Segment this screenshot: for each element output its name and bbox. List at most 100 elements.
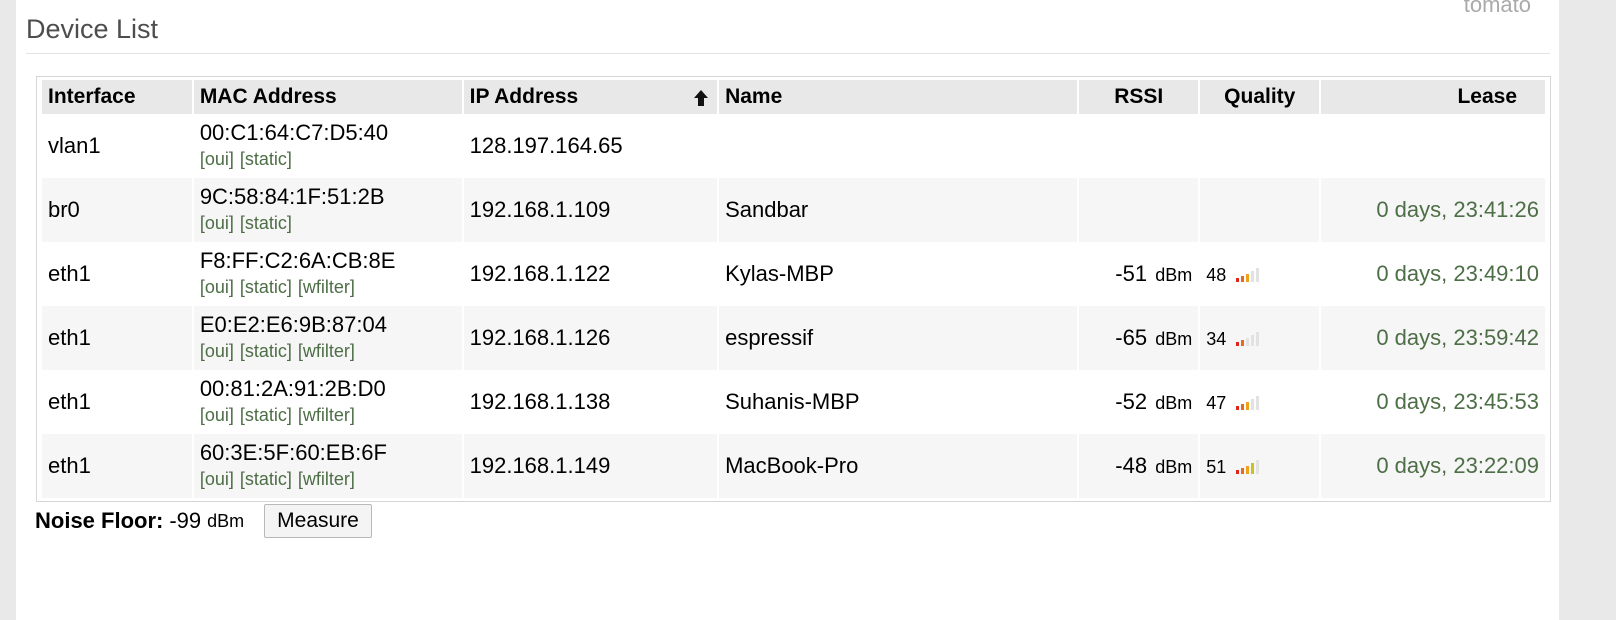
cell-mac-address: 9C:58:84:1F:51:2B [oui] [static]	[193, 178, 462, 242]
cell-name: Kylas-MBP	[719, 242, 1078, 306]
cell-quality: 47	[1200, 370, 1320, 434]
column-header-name[interactable]: Name	[719, 80, 1078, 114]
cell-ip-address: 192.168.1.126	[463, 306, 718, 370]
signal-bar	[1241, 340, 1245, 346]
mac-action-link[interactable]: [wfilter]	[298, 405, 355, 425]
mac-action-link[interactable]: [static]	[240, 341, 292, 361]
mac-action-link[interactable]: [static]	[240, 405, 292, 425]
noise-floor-value: -99	[169, 508, 202, 533]
measure-button[interactable]: Measure	[264, 504, 372, 538]
column-header-quality[interactable]: Quality	[1200, 80, 1320, 114]
rssi-unit: dBm	[1155, 265, 1193, 285]
sort-ascending-icon	[694, 90, 709, 106]
cell-ip-address: 192.168.1.122	[463, 242, 718, 306]
cell-name: espressif	[719, 306, 1078, 370]
mac-action-link[interactable]: [wfilter]	[298, 341, 355, 361]
mac-address-text: 00:C1:64:C7:D5:40	[199, 120, 389, 145]
mac-action-link[interactable]: [static]	[240, 469, 292, 489]
signal-bar	[1236, 470, 1240, 474]
column-header-ip-address-label: IP Address	[469, 85, 579, 108]
cell-rssi: -48 dBm	[1079, 434, 1199, 498]
mac-action-link[interactable]: [wfilter]	[298, 277, 355, 297]
noise-floor-label: Noise Floor:	[35, 508, 164, 533]
quality-value: 34	[1206, 329, 1227, 349]
mac-action-link[interactable]: [static]	[240, 277, 292, 297]
cell-name: MacBook-Pro	[719, 434, 1078, 498]
rssi-value: -52	[1115, 389, 1148, 414]
mac-address-text: F8:FF:C2:6A:CB:8E	[199, 248, 396, 273]
signal-strength-icon	[1236, 332, 1260, 346]
signal-bar	[1246, 274, 1250, 282]
mac-action-link[interactable]: [oui]	[200, 149, 234, 169]
mac-action-link[interactable]: [oui]	[200, 213, 234, 233]
mac-address-text: 9C:58:84:1F:51:2B	[199, 184, 385, 209]
cell-ip-address: 192.168.1.149	[463, 434, 718, 498]
column-header-mac-address[interactable]: MAC Address	[193, 80, 462, 114]
mac-action-link[interactable]: [wfilter]	[298, 469, 355, 489]
signal-bar	[1251, 399, 1255, 410]
rssi-unit: dBm	[1155, 393, 1193, 413]
quality-value: 48	[1206, 265, 1227, 285]
signal-bar	[1246, 338, 1250, 346]
mac-link-group: [oui] [static]	[200, 210, 456, 236]
mac-address-text: E0:E2:E6:9B:87:04	[199, 312, 387, 337]
signal-strength-icon	[1236, 460, 1260, 474]
cell-quality: 34	[1200, 306, 1320, 370]
mac-action-link[interactable]: [static]	[240, 213, 292, 233]
quality-value: 47	[1206, 393, 1227, 413]
cell-name	[719, 114, 1078, 178]
cell-lease: 0 days, 23:41:26	[1321, 178, 1545, 242]
cell-rssi: -52 dBm	[1079, 370, 1199, 434]
rssi-value: -65	[1115, 325, 1148, 350]
cell-interface: br0	[42, 178, 192, 242]
cell-quality	[1200, 114, 1320, 178]
device-table: Interface MAC Address IP Address Name RS…	[40, 80, 1547, 498]
signal-bar	[1236, 342, 1240, 346]
cell-mac-address: F8:FF:C2:6A:CB:8E [oui] [static] [wfilter]	[193, 242, 462, 306]
cell-rssi	[1079, 178, 1199, 242]
cell-mac-address: 00:C1:64:C7:D5:40 [oui] [static]	[193, 114, 462, 178]
cell-interface: eth1	[42, 242, 192, 306]
rssi-value: -48	[1115, 453, 1148, 478]
mac-action-link[interactable]: [oui]	[200, 341, 234, 361]
column-header-lease[interactable]: Lease	[1321, 80, 1545, 114]
cell-quality: 51	[1200, 434, 1320, 498]
cell-quality	[1200, 178, 1320, 242]
table-row: eth1 00:81:2A:91:2B:D0 [oui] [static] [wfilt…	[42, 370, 1545, 434]
mac-link-group: [oui] [static] [wfilter]	[200, 466, 456, 492]
mac-action-link[interactable]: [oui]	[200, 277, 234, 297]
cell-name: Suhanis-MBP	[719, 370, 1078, 434]
signal-bar	[1246, 402, 1250, 410]
noise-floor-unit: dBm	[207, 510, 245, 531]
cell-rssi: -51 dBm	[1079, 242, 1199, 306]
mac-address-text: 60:3E:5F:60:EB:6F	[199, 440, 387, 465]
device-table-container: Interface MAC Address IP Address Name RS…	[36, 76, 1551, 502]
cell-lease: 0 days, 23:45:53	[1321, 370, 1545, 434]
column-header-rssi[interactable]: RSSI	[1079, 80, 1199, 114]
mac-action-link[interactable]: [static]	[240, 149, 292, 169]
cell-ip-address: 192.168.1.138	[463, 370, 718, 434]
main-panel: tomato Device List Interface MAC Address…	[16, 0, 1559, 620]
column-header-interface[interactable]: Interface	[42, 80, 192, 114]
signal-bar	[1256, 268, 1260, 282]
cell-interface: vlan1	[42, 114, 192, 178]
mac-action-link[interactable]: [oui]	[200, 469, 234, 489]
signal-bar	[1256, 332, 1260, 346]
cell-rssi: -65 dBm	[1079, 306, 1199, 370]
column-header-ip-address[interactable]: IP Address	[463, 80, 718, 114]
signal-bar	[1251, 335, 1255, 346]
cell-mac-address: 00:81:2A:91:2B:D0 [oui] [static] [wfilter]	[193, 370, 462, 434]
cell-lease	[1321, 114, 1545, 178]
cell-ip-address: 192.168.1.109	[463, 178, 718, 242]
signal-bar	[1251, 271, 1255, 282]
cell-mac-address: 60:3E:5F:60:EB:6F [oui] [static] [wfilter]	[193, 434, 462, 498]
signal-bar	[1236, 278, 1240, 282]
table-header-row: Interface MAC Address IP Address Name RS…	[42, 80, 1545, 114]
signal-strength-icon	[1236, 396, 1260, 410]
cell-quality: 48	[1200, 242, 1320, 306]
cell-interface: eth1	[42, 370, 192, 434]
title-divider	[26, 53, 1550, 54]
mac-link-group: [oui] [static]	[200, 146, 456, 172]
mac-action-link[interactable]: [oui]	[200, 405, 234, 425]
signal-bar	[1236, 406, 1240, 410]
